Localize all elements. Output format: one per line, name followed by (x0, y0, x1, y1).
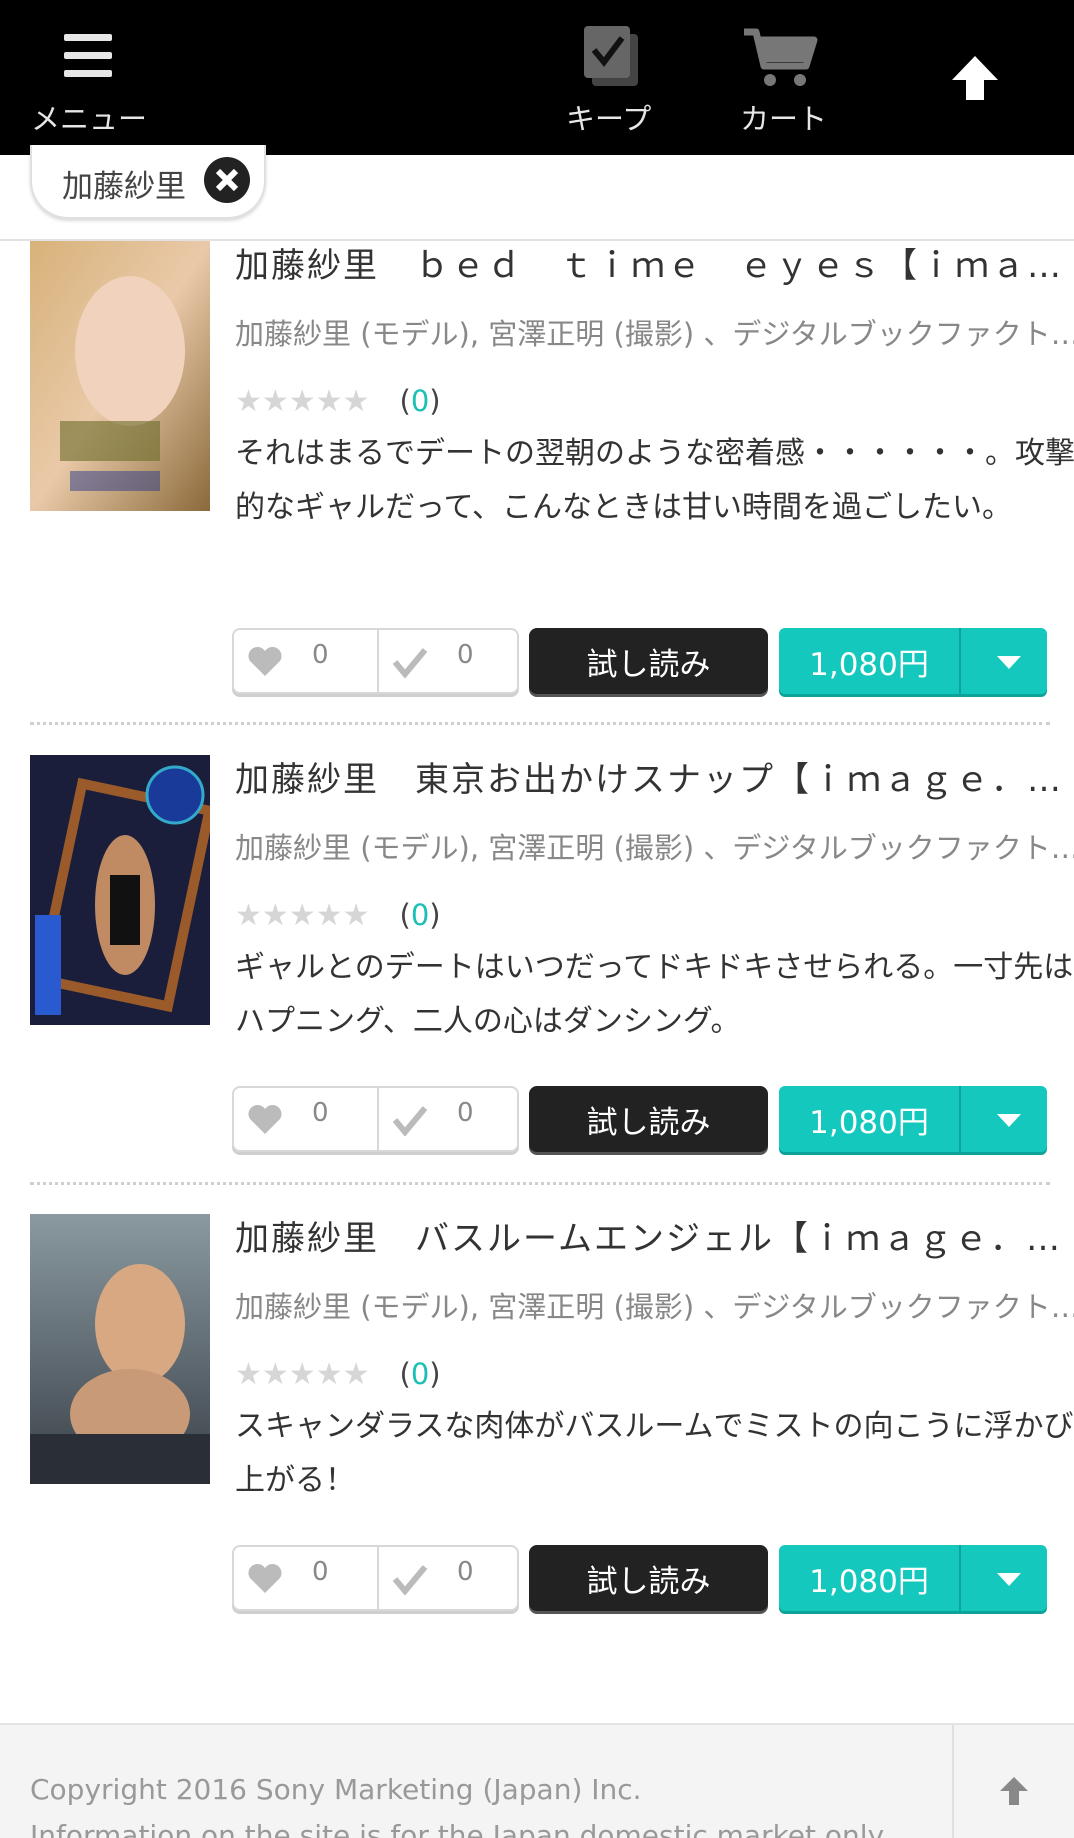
keep-toggle-button[interactable]: 0 (377, 1547, 519, 1609)
hamburger-menu-icon (64, 34, 112, 78)
action-row: 0 0 試し読み 1,080円 (232, 1086, 1047, 1152)
rating: ★★★★★ (0) (235, 895, 1074, 935)
star-rating: ★★★★★ (235, 1356, 370, 1392)
chevron-down-icon[interactable] (997, 1114, 1021, 1127)
filter-chip-label: 加藤紗里 (62, 169, 186, 205)
chevron-down-icon[interactable] (997, 656, 1021, 669)
check-icon (392, 1106, 428, 1136)
keep-count: 0 (457, 1098, 474, 1128)
keep-toggle-button[interactable]: 0 (377, 1088, 519, 1150)
up-arrow-icon (1000, 1777, 1028, 1805)
action-row: 0 0 試し読み 1,080円 (232, 628, 1047, 694)
menu-button[interactable]: メニュー (20, 0, 155, 155)
rating-count: (0) (399, 384, 441, 418)
product-authors[interactable]: 加藤紗里 (モデル), 宮澤正明 (撮影) 、デジタルブックファクトリー (235, 313, 1074, 355)
counter-group: 0 0 (232, 1545, 519, 1611)
buy-button[interactable]: 1,080円 (779, 1545, 1047, 1611)
chevron-down-icon[interactable] (997, 1573, 1021, 1586)
footer-scroll-top-button[interactable] (952, 1725, 1074, 1838)
keep-count: 0 (457, 640, 474, 670)
product-description: それはまるでデートの翌朝のような密着感・・・・・・。攻撃的なギャルだって、こんな… (235, 436, 1074, 525)
keep-check-icon (584, 26, 638, 86)
keep-count: 0 (457, 1557, 474, 1587)
product-description: ギャルとのデートはいつだってドキドキさせられる。一寸先はハプニング、二人の心はダ… (235, 950, 1074, 1039)
product-list: 加藤紗里 ｂｅｄ ｔｉｍｅ ｅｙｅｓ【ｉｍａｇｅ．ｔｖ】 加藤紗里 (モデル),… (0, 241, 1074, 1723)
buy-button[interactable]: 1,080円 (779, 1086, 1047, 1152)
star-rating: ★★★★★ (235, 897, 370, 933)
action-row: 0 0 試し読み 1,080円 (232, 1545, 1047, 1611)
product-thumbnail[interactable] (30, 1214, 210, 1484)
like-button[interactable]: 0 (234, 1088, 376, 1150)
price-label: 1,080円 (809, 1104, 929, 1141)
item-divider (30, 722, 1050, 725)
like-count: 0 (312, 1557, 329, 1587)
try-read-button[interactable]: 試し読み (529, 628, 768, 694)
cart-icon (744, 28, 818, 86)
product-title[interactable]: 加藤紗里 ｂｅｄ ｔｉｍｅ ｅｙｅｓ【ｉｍａｇｅ．ｔｖ】 (235, 241, 1074, 291)
price-label: 1,080円 (809, 1563, 929, 1600)
product-authors[interactable]: 加藤紗里 (モデル), 宮澤正明 (撮影) 、デジタルブックファクトリー (235, 1286, 1074, 1328)
try-read-button[interactable]: 試し読み (529, 1545, 768, 1611)
product-thumbnail[interactable] (30, 755, 210, 1025)
like-count: 0 (312, 1098, 329, 1128)
page-footer: Copyright 2016 Sony Marketing (Japan) In… (0, 1723, 1074, 1838)
market-notice: Information on the site is for the Japan… (30, 1819, 890, 1838)
product-title[interactable]: 加藤紗里 東京お出かけスナップ【ｉｍａｇｅ．ｔｖ】 (235, 755, 1074, 805)
scroll-top-button[interactable] (940, 0, 1040, 155)
try-read-button[interactable]: 試し読み (529, 1086, 768, 1152)
top-header: メニュー キープ カート (0, 0, 1074, 155)
product-thumbnail[interactable] (30, 241, 210, 511)
star-rating: ★★★★★ (235, 383, 370, 419)
like-button[interactable]: 0 (234, 630, 376, 692)
filter-bar: 加藤紗里 (0, 145, 1074, 241)
check-icon (392, 648, 428, 678)
buy-button[interactable]: 1,080円 (779, 628, 1047, 694)
rating: ★★★★★ (0) (235, 381, 1074, 421)
close-icon[interactable] (204, 157, 250, 203)
rating-count: (0) (399, 1357, 441, 1391)
like-button[interactable]: 0 (234, 1547, 376, 1609)
counter-group: 0 0 (232, 628, 519, 694)
rating-count: (0) (399, 898, 441, 932)
check-icon (392, 1565, 428, 1595)
price-label: 1,080円 (809, 646, 929, 683)
product-title[interactable]: 加藤紗里 バスルームエンジェル【ｉｍａｇｅ．ｔｖ】 (235, 1214, 1074, 1264)
cart-button[interactable]: カート (730, 0, 840, 155)
item-divider (30, 1182, 1050, 1185)
keep-button[interactable]: キープ (560, 0, 660, 155)
up-arrow-icon (952, 56, 998, 100)
cart-label: カート (740, 102, 828, 136)
product-description: スキャンダラスな肉体がバスルームでミストの向こうに浮かび上がる！ (235, 1409, 1074, 1498)
counter-group: 0 0 (232, 1086, 519, 1152)
product-authors[interactable]: 加藤紗里 (モデル), 宮澤正明 (撮影) 、デジタルブックファクトリー (235, 827, 1074, 869)
heart-icon (248, 646, 282, 676)
menu-label: メニュー (31, 102, 148, 136)
filter-chip[interactable]: 加藤紗里 (30, 145, 266, 219)
copyright-text: Copyright 2016 Sony Marketing (Japan) In… (30, 1773, 642, 1806)
heart-icon (248, 1104, 282, 1134)
keep-label: キープ (566, 102, 652, 136)
heart-icon (248, 1563, 282, 1593)
rating: ★★★★★ (0) (235, 1354, 1074, 1394)
keep-toggle-button[interactable]: 0 (377, 630, 519, 692)
like-count: 0 (312, 640, 329, 670)
